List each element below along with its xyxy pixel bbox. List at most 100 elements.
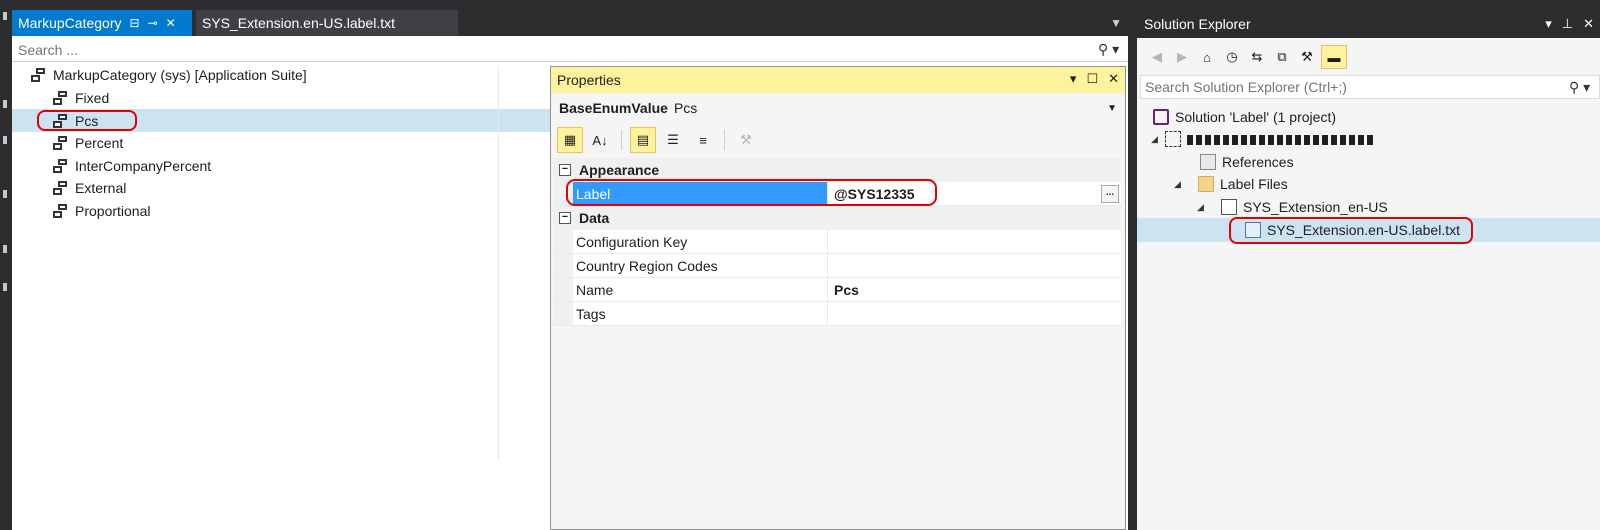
alphabetical-icon[interactable]: A↓ [587,127,613,153]
project-icon [1165,131,1181,147]
strip-mark [3,100,7,108]
home-icon[interactable]: ⌂ [1196,45,1218,69]
strip-mark [3,283,7,291]
properties-title: Properties [557,72,621,88]
tree-item-intercompanypercent[interactable]: InterCompanyPercent [52,155,211,177]
properties-toolbar: ▦ A↓ ▤ ☰ ≡ ⚒ [551,124,1125,156]
close-icon[interactable]: ✕ [166,16,176,30]
tab-markupcategory[interactable]: MarkupCategory ⊟ ⊸ ✕ [12,10,192,36]
expanded-triangle-icon[interactable]: ◢ [1174,179,1188,190]
label-file-highlight-ring [1229,217,1473,244]
designer-search-input[interactable] [12,38,1098,61]
property-name: Country Region Codes [573,254,828,277]
sync-icon[interactable]: ⇆ [1246,45,1268,69]
wrench-icon[interactable]: ⚒ [1296,45,1318,69]
strip-mark [3,245,7,253]
designer-search-bar: ⚲ ▾ [12,38,1128,62]
category-data[interactable]: − Data [553,206,1121,230]
properties-page-icon[interactable]: ▤ [630,127,656,153]
strip-mark [3,190,7,198]
expanded-triangle-icon[interactable]: ◢ [1151,134,1165,145]
properties-object-selector[interactable]: BaseEnumValue Pcs ▼ [551,96,1125,120]
enum-value-icon [52,158,68,174]
search-icon[interactable]: ⚲ ▾ [1098,41,1128,58]
enum-value-icon [52,135,68,151]
categorized-icon[interactable]: ▦ [557,127,583,153]
toolbar-separator [621,130,622,150]
close-icon[interactable]: ✕ [1583,16,1594,32]
references-node[interactable]: References [1200,151,1294,173]
solution-explorer-title-bar: Solution Explorer ▾ ⊥ ✕ [1137,10,1600,38]
collapse-all-icon[interactable]: ⧉ [1271,45,1293,69]
object-type: BaseEnumValue [559,100,668,116]
tab-label: SYS_Extension.en-US.label.txt [202,15,395,31]
enum-value-icon [52,203,68,219]
back-icon[interactable]: ◀ [1146,45,1168,69]
collapse-icon[interactable]: − [559,212,571,224]
references-icon [1200,154,1216,170]
search-icon[interactable]: ⚲ ▾ [1569,79,1599,96]
tree-item-external[interactable]: External [52,177,126,199]
close-icon[interactable]: ✕ [1108,71,1119,87]
tree-item-label: External [75,180,127,196]
collapse-icon[interactable]: − [559,164,571,176]
tree-item-label: Proportional [75,203,151,219]
references-label: References [1222,154,1294,170]
property-value[interactable] [828,302,1121,325]
forward-icon[interactable]: ▶ [1171,45,1193,69]
tab-dropdown-icon[interactable]: ▼ [1110,16,1122,30]
pin-icon[interactable]: ⊟ [130,16,140,30]
property-name: Tags [573,302,828,325]
pending-changes-icon[interactable]: ◷ [1221,45,1243,69]
tree-item-label: Fixed [75,90,110,106]
label-files-node[interactable]: ◢ Label Files [1174,173,1288,195]
property-value[interactable] [828,254,1121,277]
property-name: Configuration Key [573,230,828,253]
solution-explorer-toolbar: ◀ ▶ ⌂ ◷ ⇆ ⧉ ⚒ ▬ [1140,42,1600,72]
toolbar-separator [724,130,725,150]
solution-search-input[interactable] [1141,77,1569,97]
solution-label: Solution 'Label' (1 project) [1175,109,1336,125]
expand-all-icon[interactable]: ≡ [690,127,716,153]
property-row-tags[interactable]: Tags [553,302,1121,326]
window-menu-icon[interactable]: ▾ [1545,16,1552,32]
editor-divider [498,66,499,461]
maximize-icon[interactable]: ☐ [1086,71,1098,87]
enum-icon [30,67,46,83]
preview-icon[interactable]: ▬ [1321,45,1347,69]
collapse-all-icon[interactable]: ☰ [660,127,686,153]
strip-mark [3,136,7,144]
autohide-icon[interactable]: ⊸ [148,16,158,30]
property-row-name[interactable]: Name Pcs [553,278,1121,302]
solution-node[interactable]: Solution 'Label' (1 project) [1153,106,1336,128]
tree-item-fixed[interactable]: Fixed [52,87,109,109]
document-tab-bar: MarkupCategory ⊟ ⊸ ✕ SYS_Extension.en-US… [12,10,1128,36]
left-edge-strip [0,0,12,530]
tree-item-percent[interactable]: Percent [52,132,123,154]
solution-explorer-title: Solution Explorer [1144,16,1251,32]
pin-icon[interactable]: ⊥ [1562,16,1573,32]
pcs-highlight-ring [37,110,137,131]
tree-root[interactable]: MarkupCategory (sys) [Application Suite] [30,64,307,86]
project-node[interactable]: ◢ [1151,128,1373,150]
tree-item-label: Percent [75,135,124,151]
chevron-down-icon[interactable]: ▼ [1107,103,1117,114]
ellipsis-button[interactable]: ... [1101,185,1119,203]
property-value[interactable] [828,230,1121,253]
wrench-icon[interactable]: ⚒ [733,127,759,153]
window-menu-icon[interactable]: ▾ [1070,71,1077,87]
tab-label-file[interactable]: SYS_Extension.en-US.label.txt [196,10,458,36]
tree-item-proportional[interactable]: Proportional [52,200,151,222]
tab-label: MarkupCategory [18,15,122,31]
expanded-triangle-icon[interactable]: ◢ [1197,202,1211,213]
property-row-country-region-codes[interactable]: Country Region Codes [553,254,1121,278]
solution-icon [1153,109,1169,125]
enum-value-icon [52,180,68,196]
tree-item-label: InterCompanyPercent [75,158,212,174]
property-row-configuration-key[interactable]: Configuration Key [553,230,1121,254]
property-value[interactable]: Pcs [828,278,1121,301]
label-group-node[interactable]: ◢ SYS_Extension_en-US [1197,196,1388,218]
category-label: Appearance [579,162,660,178]
tree-root-label: MarkupCategory (sys) [Application Suite] [53,67,307,83]
label-group-label: SYS_Extension_en-US [1243,199,1388,215]
